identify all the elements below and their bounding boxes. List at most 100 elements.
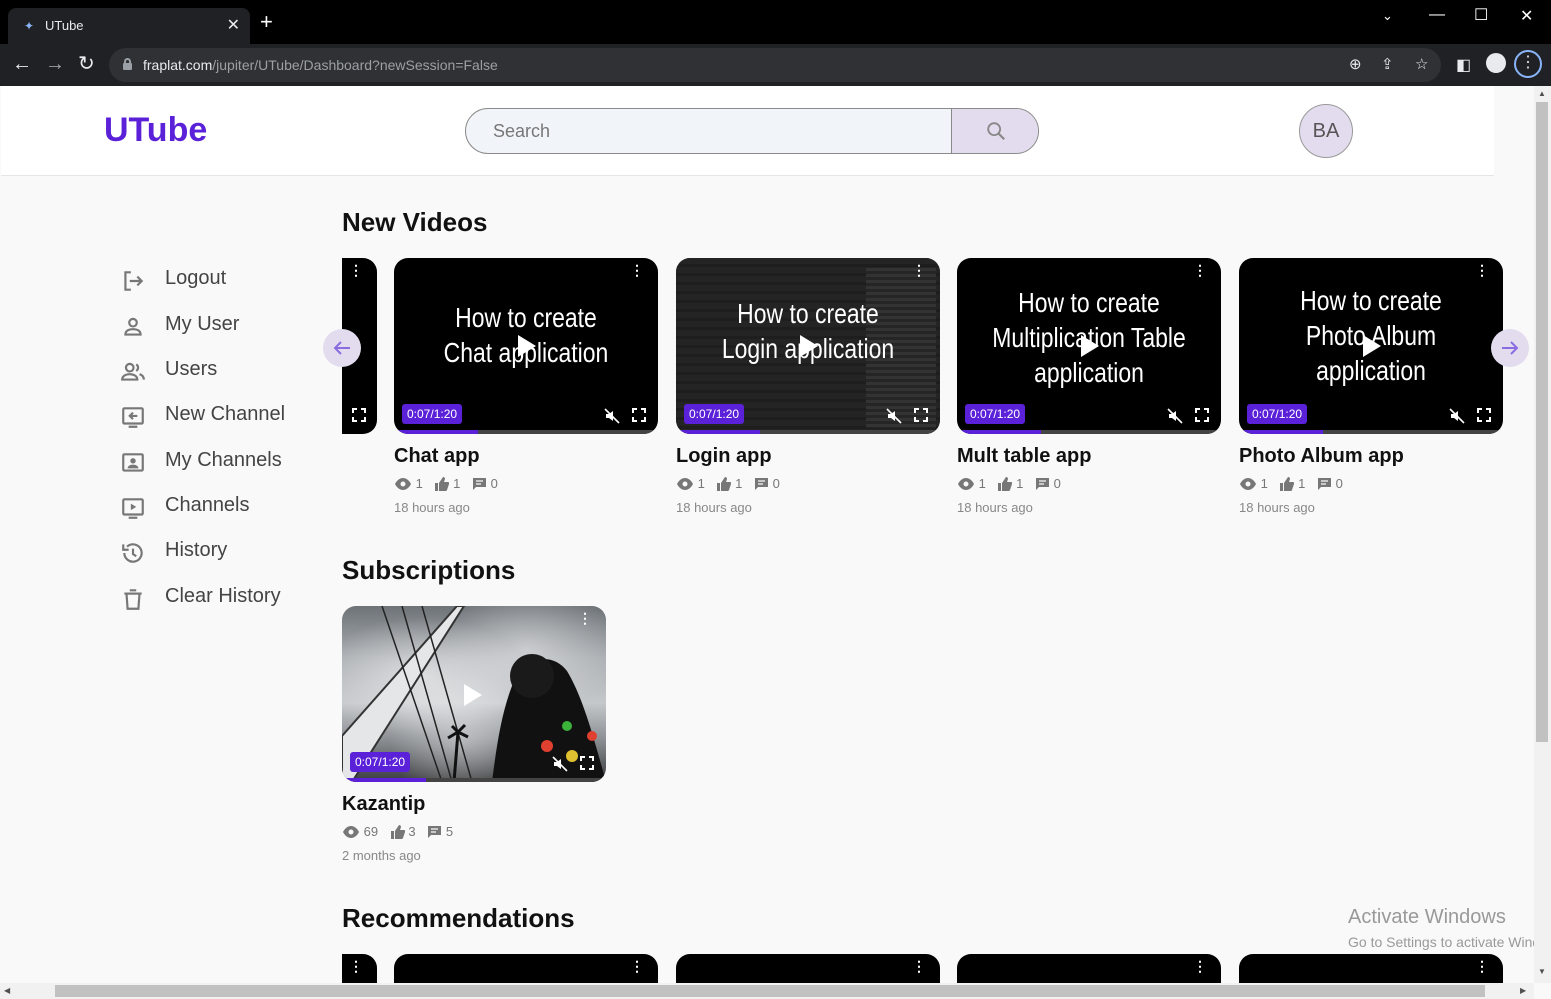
sidebar-item-new-channel[interactable]: New Channel bbox=[120, 401, 320, 431]
fullscreen-icon[interactable] bbox=[914, 408, 928, 422]
more-options-icon[interactable]: ⋮ bbox=[1193, 959, 1207, 973]
fullscreen-icon[interactable] bbox=[632, 408, 646, 422]
fullscreen-icon[interactable] bbox=[352, 408, 366, 422]
sidebar-item-users[interactable]: Users bbox=[120, 356, 320, 386]
like-icon[interactable] bbox=[390, 825, 405, 839]
mute-icon[interactable] bbox=[552, 756, 568, 772]
video-card[interactable]: ⋮ bbox=[676, 954, 940, 983]
video-card[interactable]: ⋮ bbox=[957, 954, 1221, 983]
new-tab-button[interactable]: + bbox=[260, 11, 273, 33]
thumbnail-caption: application bbox=[1034, 357, 1144, 388]
profile-icon[interactable] bbox=[1486, 53, 1506, 73]
vertical-scrollbar[interactable]: ▲ ▼ bbox=[1534, 86, 1551, 983]
search-button[interactable] bbox=[951, 109, 1038, 153]
more-options-icon[interactable]: ⋮ bbox=[349, 959, 363, 973]
fullscreen-icon[interactable] bbox=[1195, 408, 1209, 422]
play-icon[interactable] bbox=[1363, 335, 1381, 357]
comment-icon bbox=[1317, 478, 1331, 490]
sidebar-item-channels[interactable]: Channels bbox=[120, 492, 320, 522]
fullscreen-icon[interactable] bbox=[580, 756, 594, 770]
window-close-icon[interactable]: ✕ bbox=[1520, 6, 1533, 26]
url-text[interactable]: fraplat.com/jupiter/UTube/Dashboard?newS… bbox=[143, 57, 498, 73]
scroll-up-icon[interactable]: ▲ bbox=[1538, 89, 1546, 98]
user-avatar[interactable]: BA bbox=[1299, 104, 1353, 158]
like-icon[interactable] bbox=[434, 477, 450, 491]
more-options-icon[interactable]: ⋮ bbox=[912, 263, 926, 277]
video-age: 18 hours ago bbox=[957, 500, 1033, 515]
more-options-icon[interactable]: ⋮ bbox=[1193, 263, 1207, 277]
more-options-icon[interactable]: ⋮ bbox=[1475, 263, 1489, 277]
channels-icon bbox=[122, 498, 144, 519]
video-thumbnail[interactable]: ⋮ 0:07/1:20 bbox=[342, 606, 606, 782]
side-panel-icon[interactable]: ◧ bbox=[1456, 55, 1471, 75]
browser-tab[interactable]: ✦ UTube ✕ bbox=[8, 8, 250, 44]
like-icon[interactable] bbox=[716, 477, 732, 491]
forward-button[interactable]: → bbox=[45, 53, 65, 75]
maximize-icon[interactable]: ☐ bbox=[1474, 5, 1488, 25]
video-title[interactable]: Photo Album app bbox=[1239, 445, 1404, 468]
trash-icon bbox=[124, 589, 142, 610]
more-options-icon[interactable]: ⋮ bbox=[1475, 959, 1489, 973]
more-options-icon[interactable]: ⋮ bbox=[349, 263, 363, 277]
share-icon[interactable]: ⇪ bbox=[1381, 55, 1394, 73]
mute-icon[interactable] bbox=[1167, 408, 1183, 424]
horizontal-scroll-thumb[interactable] bbox=[55, 985, 1485, 997]
mute-icon[interactable] bbox=[604, 408, 620, 424]
bookmark-star-icon[interactable]: ☆ bbox=[1415, 55, 1428, 73]
video-thumbnail[interactable]: How to create Login application ⋮ 0:07/1… bbox=[676, 258, 940, 434]
more-options-icon[interactable]: ⋮ bbox=[630, 263, 644, 277]
play-icon[interactable] bbox=[464, 684, 482, 706]
like-icon[interactable] bbox=[1279, 477, 1295, 491]
more-options-icon[interactable]: ⋮ bbox=[630, 959, 644, 973]
zoom-icon[interactable]: ⊕ bbox=[1349, 55, 1362, 73]
more-options-icon[interactable]: ⋮ bbox=[912, 959, 926, 973]
sidebar-item-clear-history[interactable]: Clear History bbox=[120, 583, 320, 613]
sidebar-item-logout[interactable]: Logout bbox=[120, 265, 320, 295]
video-thumbnail[interactable]: How to create Photo Album application ⋮ … bbox=[1239, 258, 1503, 434]
mute-icon[interactable] bbox=[886, 408, 902, 424]
carousel-prev-button[interactable] bbox=[323, 329, 361, 367]
play-icon[interactable] bbox=[1081, 335, 1099, 357]
video-card[interactable]: ⋮ bbox=[1239, 954, 1503, 983]
comment-icon bbox=[754, 478, 768, 490]
video-title[interactable]: Login app bbox=[676, 445, 772, 468]
mute-icon[interactable] bbox=[1449, 408, 1465, 424]
video-thumbnail[interactable]: How to create Multiplication Table appli… bbox=[957, 258, 1221, 434]
back-button[interactable]: ← bbox=[12, 53, 32, 75]
like-count: 1 bbox=[453, 476, 461, 491]
comment-count: 0 bbox=[1053, 476, 1061, 491]
video-title[interactable]: Chat app bbox=[394, 445, 480, 468]
video-thumbnail[interactable]: How to create Chat application ⋮ 0:07/1:… bbox=[394, 258, 658, 434]
tab-search-icon[interactable]: ⌄ bbox=[1382, 8, 1393, 24]
sidebar-item-history[interactable]: History bbox=[120, 537, 320, 567]
play-icon[interactable] bbox=[518, 335, 536, 357]
video-title[interactable]: Mult table app bbox=[957, 445, 1091, 468]
more-options-icon[interactable]: ⋮ bbox=[578, 611, 592, 625]
reload-button[interactable]: ↻ bbox=[78, 53, 95, 75]
sidebar-item-my-channels[interactable]: My Channels bbox=[120, 447, 320, 477]
site-logo[interactable]: UTube bbox=[104, 111, 207, 150]
comment-icon bbox=[428, 826, 442, 838]
video-card-partial[interactable]: ⋮ bbox=[342, 954, 377, 983]
tab-close-icon[interactable]: ✕ bbox=[227, 15, 240, 35]
carousel-next-button[interactable] bbox=[1491, 329, 1529, 367]
vertical-scroll-thumb[interactable] bbox=[1536, 102, 1548, 742]
search-input[interactable] bbox=[466, 109, 951, 153]
view-count: 1 bbox=[415, 476, 423, 491]
video-card[interactable]: ⋮ bbox=[394, 954, 658, 983]
minimize-icon[interactable]: — bbox=[1429, 6, 1445, 24]
browser-menu-icon[interactable]: ⋮ bbox=[1514, 50, 1542, 78]
fullscreen-icon[interactable] bbox=[1477, 408, 1491, 422]
like-icon[interactable] bbox=[997, 477, 1013, 491]
activate-windows-subtitle: Go to Settings to activate Windows. bbox=[1348, 934, 1534, 950]
scroll-down-icon[interactable]: ▼ bbox=[1538, 967, 1546, 976]
address-bar[interactable]: fraplat.com/jupiter/UTube/Dashboard?newS… bbox=[109, 48, 1441, 82]
scroll-right-icon[interactable]: ▶ bbox=[1520, 986, 1526, 995]
comment-icon bbox=[1035, 478, 1049, 490]
video-title[interactable]: Kazantip bbox=[342, 793, 425, 816]
scroll-left-icon[interactable]: ◀ bbox=[4, 986, 10, 995]
play-icon[interactable] bbox=[800, 335, 818, 357]
sidebar-item-my-user[interactable]: My User bbox=[120, 311, 320, 341]
lock-icon bbox=[123, 58, 132, 70]
horizontal-scrollbar[interactable]: ◀ ▶ bbox=[0, 983, 1534, 999]
